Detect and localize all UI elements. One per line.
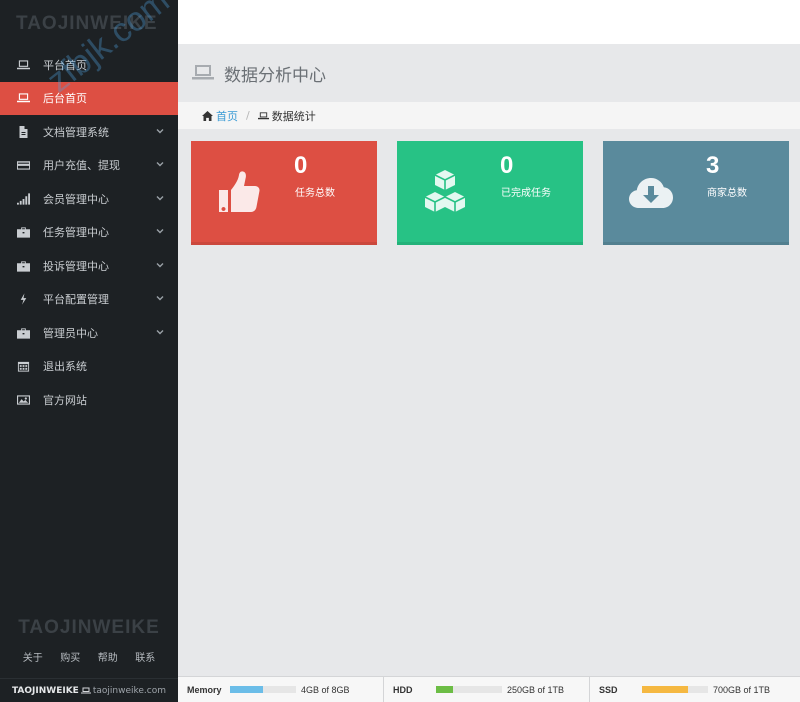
sidebar-item-label: 平台首页 xyxy=(43,58,87,72)
status-name: SSD xyxy=(599,684,618,695)
footer-link-help[interactable]: 帮助 xyxy=(98,649,118,664)
thumbs-up-icon xyxy=(209,165,269,219)
chevron-down-icon xyxy=(156,228,164,236)
chevron-down-icon xyxy=(156,161,164,169)
sidebar-item-3[interactable]: 用户充值、提现 xyxy=(0,149,178,183)
laptop-icon xyxy=(80,687,91,694)
chevron-down-icon xyxy=(156,295,164,303)
top-bar xyxy=(178,0,800,44)
card-value: 0 xyxy=(294,152,308,179)
sidebar-item-label: 后台首页 xyxy=(43,92,87,106)
progress-fill xyxy=(642,686,689,693)
sidebar-nav: 平台首页后台首页文档管理系统 用户充值、提现 会员管理中心 任务管理中心 投诉管理中心平… xyxy=(0,48,178,417)
footer-logo: TAOJINWEIKE xyxy=(18,617,160,638)
calendar-icon xyxy=(16,360,30,372)
sidebar-item-label: 平台配置管理 xyxy=(43,293,109,307)
page-title: 数据分析中心 xyxy=(224,65,326,86)
sidebar-item-8[interactable]: 管理员中心 xyxy=(0,316,178,350)
card-task-total[interactable]: 0 任务总数 xyxy=(191,141,377,245)
progress-bar xyxy=(436,686,502,693)
sidebar-item-label: 用户充值、提现 xyxy=(43,159,120,173)
breadcrumb: 首页 / 数据统计 xyxy=(178,102,800,129)
card-label: 任务总数 xyxy=(295,188,335,199)
card-value: 3 xyxy=(706,152,720,179)
breadcrumb-home[interactable]: 首页 xyxy=(202,108,238,124)
progress-fill xyxy=(436,686,453,693)
progress-bar xyxy=(642,686,708,693)
footer-brand: TAOJINWEIKE xyxy=(11,685,79,696)
laptop-icon xyxy=(192,65,214,80)
sidebar-item-9[interactable]: 退出系统 xyxy=(0,350,178,384)
sidebar-item-0[interactable]: 平台首页 xyxy=(0,48,178,82)
breadcrumb-current-label: 数据统计 xyxy=(271,109,316,123)
sidebar-item-label: 任务管理中心 xyxy=(43,226,109,240)
chevron-down-icon xyxy=(156,329,164,337)
footer-link-about[interactable]: 关于 xyxy=(23,649,43,664)
sidebar-item-7[interactable]: 平台配置管理 xyxy=(0,283,178,317)
brand-logo[interactable]: TAOJINWEIKE xyxy=(0,0,178,48)
briefcase-icon xyxy=(16,327,30,339)
status-name: HDD xyxy=(393,684,413,695)
card-completed-tasks[interactable]: 0 已完成任务 xyxy=(397,141,583,245)
footer-site[interactable]: taojinweike.com xyxy=(93,686,166,696)
breadcrumb-current: 数据统计 xyxy=(257,108,316,124)
file-icon xyxy=(16,125,30,138)
page-header: 数据分析中心 xyxy=(178,44,800,102)
breadcrumb-home-label: 首页 xyxy=(216,109,238,123)
status-text: 250GB of 1TB xyxy=(507,684,565,695)
status-text: 4GB of 8GB xyxy=(301,684,350,695)
status-name: Memory xyxy=(187,684,222,695)
briefcase-icon xyxy=(16,260,30,272)
status-text: 700GB of 1TB xyxy=(713,684,771,695)
sidebar-item-5[interactable]: 任务管理中心 xyxy=(0,216,178,250)
footer-credit: TAOJINWEIKE taojinweike.com xyxy=(0,678,178,702)
sidebar: TAOJINWEIKE 平台首页后台首页文档管理系统 用户充值、提现 会员管理中心任… xyxy=(0,0,178,702)
sidebar-footer: TAOJINWEIKE 关于 购买 帮助 联系 TAOJINWEIKE taoj… xyxy=(0,617,178,702)
card-merchant-total[interactable]: 3 商家总数 xyxy=(603,141,789,245)
signal-icon xyxy=(16,193,30,205)
sidebar-item-label: 退出系统 xyxy=(43,360,87,374)
sidebar-item-label: 投诉管理中心 xyxy=(43,259,109,273)
card-label: 商家总数 xyxy=(707,188,747,199)
status-bar: Memory 4GB of 8GB HDD 250GB of 1TB SSD 700GB … xyxy=(178,676,800,702)
briefcase-icon xyxy=(16,226,30,238)
progress-bar xyxy=(230,686,296,693)
laptop-icon xyxy=(16,92,30,104)
home-icon xyxy=(202,110,213,121)
sidebar-item-6[interactable]: 投诉管理中心 xyxy=(0,249,178,283)
sidebar-item-label: 管理员中心 xyxy=(43,326,98,340)
status-hdd: HDD 250GB of 1TB xyxy=(384,677,590,702)
bolt-icon xyxy=(16,293,30,305)
sidebar-item-4[interactable]: 会员管理中心 xyxy=(0,182,178,216)
chevron-down-icon xyxy=(156,262,164,270)
footer-link-contact[interactable]: 联系 xyxy=(135,649,155,664)
footer-links: 关于 购买 帮助 联系 xyxy=(0,649,178,664)
sidebar-item-label: 官方网站 xyxy=(43,393,87,407)
card-label: 已完成任务 xyxy=(501,188,551,199)
credit-card-icon xyxy=(16,159,30,171)
chevron-down-icon xyxy=(156,195,164,203)
sidebar-item-1[interactable]: 后台首页 xyxy=(0,81,178,115)
cloud-download-icon xyxy=(621,165,681,219)
progress-fill xyxy=(230,686,263,693)
sidebar-item-label: 会员管理中心 xyxy=(43,192,109,206)
status-ssd: SSD 700GB of 1TB xyxy=(590,677,800,702)
sidebar-item-10[interactable]: 官方网站 xyxy=(0,383,178,417)
card-value: 0 xyxy=(500,152,514,179)
breadcrumb-separator: / xyxy=(246,109,250,122)
laptop-icon xyxy=(16,59,30,71)
sidebar-item-2[interactable]: 文档管理系统 xyxy=(0,115,178,149)
chevron-down-icon xyxy=(156,128,164,136)
status-memory: Memory 4GB of 8GB xyxy=(178,677,384,702)
picture-icon xyxy=(16,394,30,406)
sidebar-item-label: 文档管理系统 xyxy=(43,125,109,139)
footer-link-buy[interactable]: 购买 xyxy=(60,649,80,664)
cubes-icon xyxy=(415,165,475,219)
laptop-icon xyxy=(257,111,269,119)
